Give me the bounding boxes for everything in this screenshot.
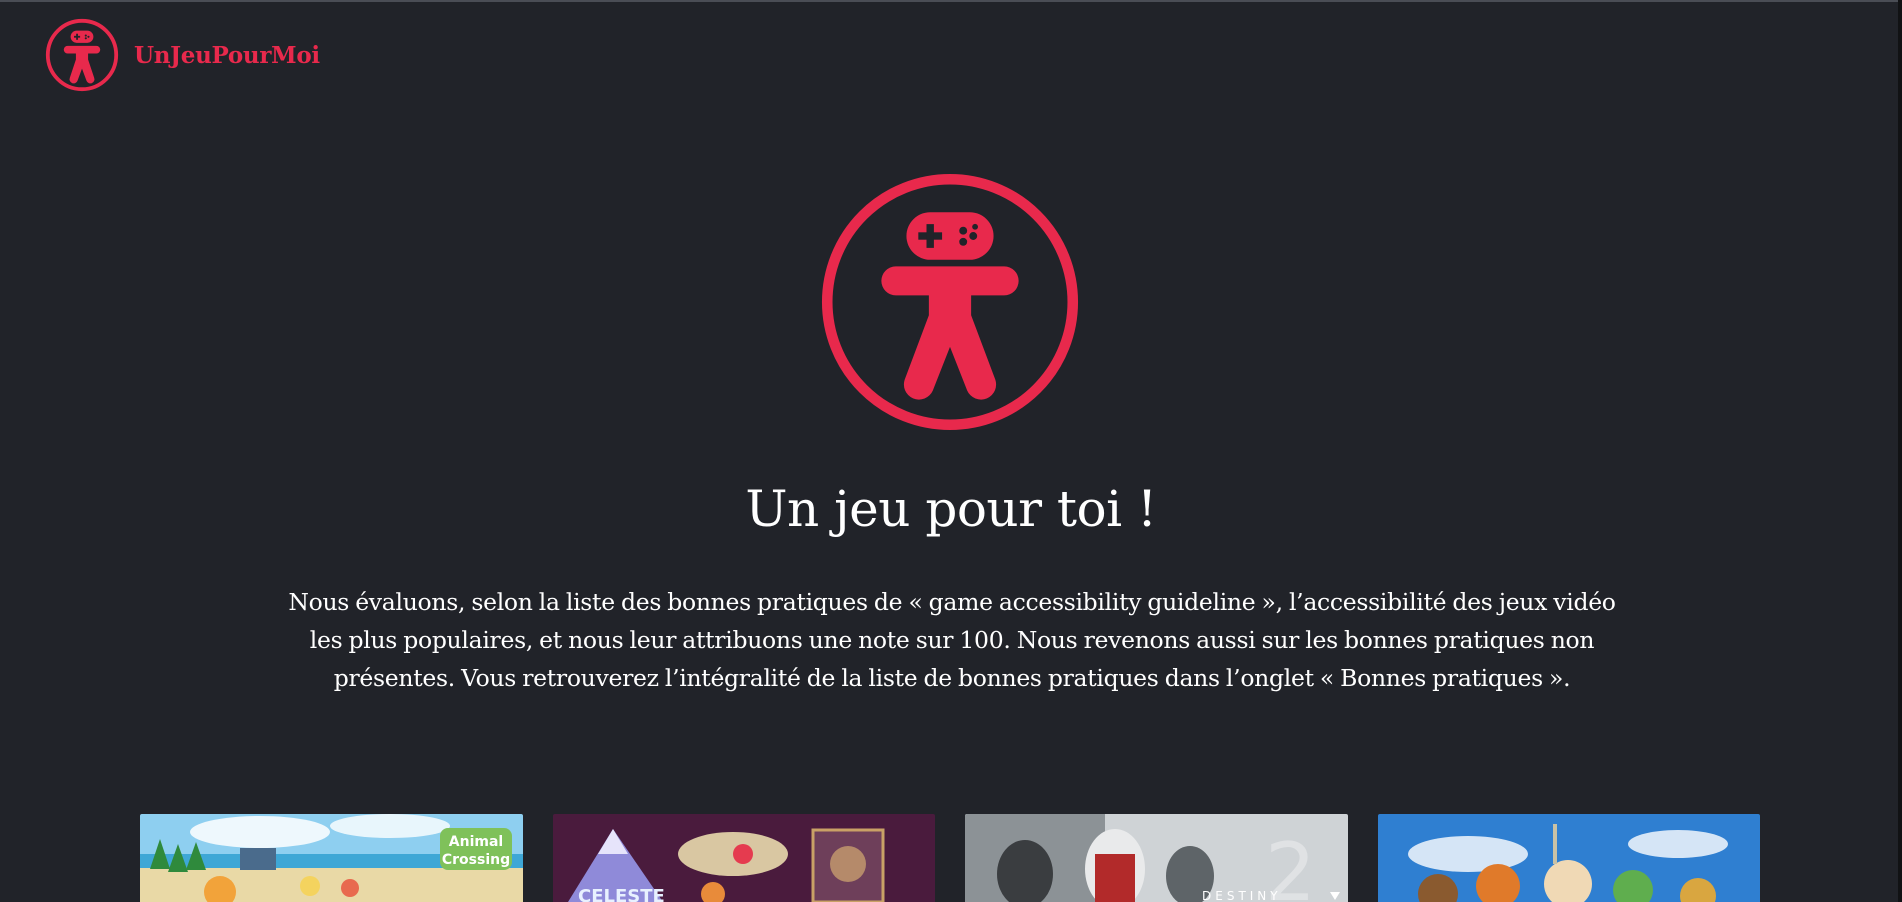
animal-crossing-cover: Animal Crossing [140, 814, 523, 902]
hero-title: Un jeu pour toi ! [745, 480, 1157, 538]
gamer-person-icon [45, 18, 119, 92]
game-card-adventure[interactable] [1377, 814, 1760, 902]
cover-text: DESTINY [1202, 889, 1282, 902]
game-card-animal-crossing[interactable]: Animal Crossing [140, 814, 523, 902]
cover-text: CELESTE [578, 886, 665, 902]
celeste-cover: CELESTE [552, 814, 935, 902]
intro-paragraph: Nous évaluons, selon la liste des bonnes… [288, 588, 1616, 692]
brand-name: UnJeuPourMoi [134, 41, 320, 69]
game-card-destiny-2[interactable]: 2 DESTINY [965, 814, 1348, 902]
home-link[interactable]: UnJeuPourMoi [44, 17, 320, 93]
destiny-2-cover: 2 DESTINY [965, 814, 1348, 902]
page-scrollbar[interactable] [1898, 0, 1902, 902]
window-top-edge [0, 0, 1902, 2]
adventure-game-cover [1377, 814, 1760, 902]
cover-text-line-2: Crossing [442, 852, 510, 868]
game-card-list: Animal Crossing CELESTE 2 DESTINY [140, 814, 1760, 902]
cover-text-line-1: Animal [449, 834, 503, 850]
game-card-celeste[interactable]: CELESTE [552, 814, 935, 902]
hero-gamer-person-icon [821, 173, 1079, 431]
